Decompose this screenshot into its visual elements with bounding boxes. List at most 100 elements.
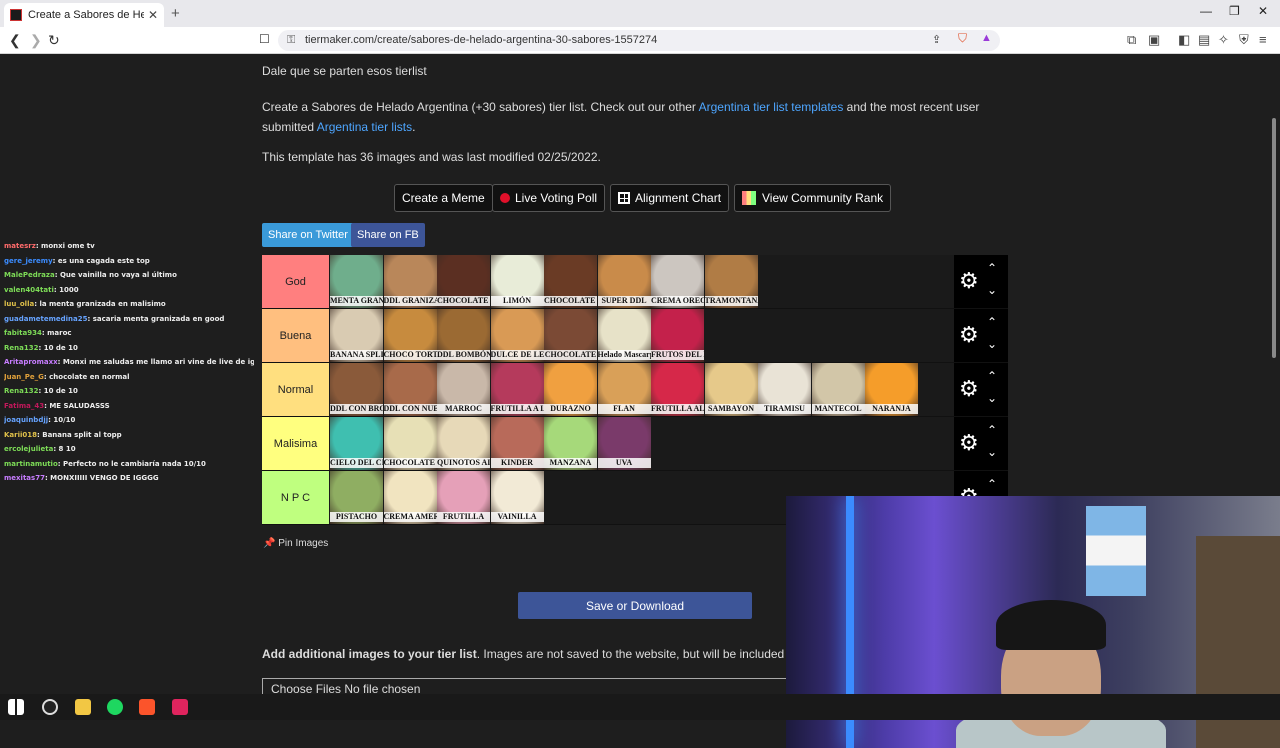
wallet-icon[interactable]: ▤ bbox=[1198, 32, 1210, 48]
spotify-icon[interactable] bbox=[107, 699, 123, 715]
ice-cream-tile[interactable]: FRUTILLA AL AGUA bbox=[651, 363, 704, 416]
flavor-label: DULCE DE LECHE bbox=[490, 350, 544, 360]
ice-cream-tile[interactable]: CHOCOLATE bbox=[544, 309, 597, 362]
obs-icon[interactable] bbox=[42, 699, 58, 715]
tier-label[interactable]: God bbox=[262, 255, 329, 308]
ice-cream-tile[interactable]: DURAZNO bbox=[544, 363, 597, 416]
vpn-icon[interactable]: ⛨ bbox=[1239, 32, 1249, 48]
share-twitter-button[interactable]: Share on Twitter bbox=[262, 223, 354, 247]
ice-cream-tile[interactable]: DDL BOMBÓN bbox=[437, 309, 490, 362]
move-up-icon[interactable]: ⌃ bbox=[987, 315, 997, 329]
gear-icon[interactable]: ⚙ bbox=[959, 270, 979, 292]
ice-cream-tile[interactable]: NARANJA bbox=[865, 363, 918, 416]
ice-cream-tile[interactable]: MARROC bbox=[437, 363, 490, 416]
ice-cream-tile[interactable]: BANANA SPLIT bbox=[330, 309, 383, 362]
ice-cream-tile[interactable]: MANTECOL bbox=[811, 363, 865, 416]
ice-cream-tile[interactable]: DDL CON BROWNIE bbox=[330, 363, 383, 416]
ice-cream-tile[interactable]: CHOCOLATE CON ALMENDRAS bbox=[544, 255, 597, 308]
pin-images-toggle[interactable]: 📌 Pin Images bbox=[263, 538, 328, 549]
close-window-icon[interactable]: ✕ bbox=[1258, 4, 1268, 18]
ice-cream-tile[interactable]: SUPER DDL bbox=[597, 255, 651, 308]
back-icon[interactable]: ❮ bbox=[9, 32, 21, 49]
ice-cream-tile[interactable]: CHOCO TORTA bbox=[383, 309, 437, 362]
ice-cream-tile[interactable]: KINDER bbox=[490, 417, 544, 470]
view-community-rank-button[interactable]: View Community Rank bbox=[734, 184, 892, 212]
gear-icon[interactable]: ⚙ bbox=[959, 378, 979, 400]
ice-cream-tile[interactable]: DDL CON NUEZ bbox=[383, 363, 437, 416]
gear-icon[interactable]: ⚙ bbox=[959, 432, 979, 454]
ice-cream-tile[interactable]: FRUTOS DEL BOSQUE bbox=[651, 309, 704, 362]
argentina-templates-link[interactable]: Argentina tier list templates bbox=[699, 100, 844, 114]
chat-username: luu_olla bbox=[4, 300, 35, 308]
forward-icon[interactable]: ❯ bbox=[30, 32, 42, 49]
ice-cream-tile[interactable]: LIMÓN bbox=[490, 255, 544, 308]
move-down-icon[interactable]: ⌄ bbox=[987, 337, 997, 351]
brave-rewards-icon[interactable]: ▲ bbox=[981, 32, 992, 44]
url-field[interactable]: ⚿ tiermaker.com/create/sabores-de-helado… bbox=[278, 30, 1000, 51]
ice-cream-tile[interactable]: FLAN bbox=[597, 363, 651, 416]
tab-search-icon[interactable]: ▣ bbox=[1148, 32, 1160, 48]
ice-cream-tile[interactable]: MANZANA bbox=[544, 417, 597, 470]
move-up-icon[interactable]: ⌃ bbox=[987, 261, 997, 275]
ice-cream-tile[interactable]: DULCE DE LECHE bbox=[490, 309, 544, 362]
tier-label[interactable]: Buena bbox=[262, 309, 329, 362]
extensions-icon[interactable]: ⧉ bbox=[1127, 32, 1136, 48]
move-up-icon[interactable]: ⌃ bbox=[987, 369, 997, 383]
live-voting-poll-button[interactable]: Live Voting Poll bbox=[492, 184, 606, 212]
scrollbar-thumb[interactable] bbox=[1272, 118, 1276, 358]
maximize-icon[interactable]: ❐ bbox=[1229, 4, 1240, 18]
reload-icon[interactable]: ↻ bbox=[48, 32, 60, 49]
tab-close-icon[interactable]: ✕ bbox=[148, 8, 158, 22]
share-fb-button[interactable]: Share on FB bbox=[351, 223, 425, 247]
ice-cream-tile[interactable]: Helado Mascarpone bbox=[597, 309, 651, 362]
move-down-icon[interactable]: ⌄ bbox=[987, 391, 997, 405]
tiktok-live-icon[interactable] bbox=[172, 699, 188, 715]
tab-title: Create a Sabores de Helado Argentina bbox=[28, 9, 144, 21]
sidebar-icon[interactable]: ◧ bbox=[1178, 32, 1190, 48]
chat-message: mexitas77: MONXIIIII VENGO DE IGGGG bbox=[4, 471, 254, 486]
tier-label[interactable]: N P C bbox=[262, 471, 329, 524]
bookmark-icon[interactable]: ☐ bbox=[259, 32, 270, 46]
ice-cream-tile[interactable]: CREMA AMERICANA bbox=[383, 471, 437, 524]
ice-cream-tile[interactable]: CHOCOLATE BLANCO bbox=[383, 417, 437, 470]
brave-browser-icon[interactable] bbox=[139, 699, 155, 715]
tier-colors-icon bbox=[742, 191, 756, 205]
save-or-download-button[interactable]: Save or Download bbox=[518, 592, 752, 619]
ice-cream-tile[interactable]: TRAMONTANA bbox=[704, 255, 758, 308]
ice-cream-tile[interactable]: CREMA OREO bbox=[651, 255, 704, 308]
site-info-icon[interactable]: ⚿ bbox=[287, 34, 295, 47]
tier-label[interactable]: Normal bbox=[262, 363, 329, 416]
windows-start-icon[interactable] bbox=[8, 699, 24, 715]
new-tab-button[interactable]: + bbox=[171, 5, 180, 22]
ice-cream-tile[interactable]: DDL GRANIZADO bbox=[383, 255, 437, 308]
ice-cream-tile[interactable]: QUINOTOS AL WHISKY bbox=[437, 417, 490, 470]
browser-tab[interactable]: Create a Sabores de Helado Argentina ✕ bbox=[4, 3, 164, 27]
gear-icon[interactable]: ⚙ bbox=[959, 324, 979, 346]
tier-label[interactable]: Malisima bbox=[262, 417, 329, 470]
move-down-icon[interactable]: ⌄ bbox=[987, 283, 997, 297]
move-up-icon[interactable]: ⌃ bbox=[987, 477, 997, 491]
ice-cream-tile[interactable]: TIRAMISU bbox=[758, 363, 811, 416]
ice-cream-tile[interactable]: PISTACHO bbox=[330, 471, 383, 524]
ice-cream-tile[interactable]: SAMBAYON bbox=[704, 363, 758, 416]
ice-cream-tile[interactable]: FRUTILLA A LA REINA bbox=[490, 363, 544, 416]
move-down-icon[interactable]: ⌄ bbox=[987, 445, 997, 459]
leo-ai-icon[interactable]: ✧ bbox=[1218, 32, 1229, 48]
create-meme-button[interactable]: Create a Meme bbox=[394, 184, 493, 212]
ice-cream-tile[interactable]: CIELO DEL CIELO bbox=[330, 417, 383, 470]
share-icon[interactable]: ⇪ bbox=[932, 33, 941, 46]
move-up-icon[interactable]: ⌃ bbox=[987, 423, 997, 437]
ice-cream-tile[interactable]: FRUTILLA bbox=[437, 471, 490, 524]
chat-text: : Perfecto no le cambiaría nada 10/10 bbox=[57, 459, 206, 468]
alignment-chart-button[interactable]: Alignment Chart bbox=[610, 184, 730, 212]
file-explorer-icon[interactable] bbox=[75, 699, 91, 715]
ice-cream-tile[interactable]: MENTA GRANIZADA bbox=[330, 255, 383, 308]
argentina-tier-lists-link[interactable]: Argentina tier lists bbox=[317, 120, 412, 134]
menu-icon[interactable]: ≡ bbox=[1259, 32, 1267, 47]
minimize-icon[interactable]: — bbox=[1200, 4, 1212, 18]
brave-shields-icon[interactable]: ⛉ bbox=[958, 31, 967, 46]
ice-cream-tile[interactable]: VAINILLA bbox=[490, 471, 544, 524]
ice-cream-tile[interactable]: UVA bbox=[597, 417, 651, 470]
chat-message: fabita934: maroc bbox=[4, 326, 254, 341]
ice-cream-tile[interactable]: CHOCOLATE SUIZO bbox=[437, 255, 490, 308]
